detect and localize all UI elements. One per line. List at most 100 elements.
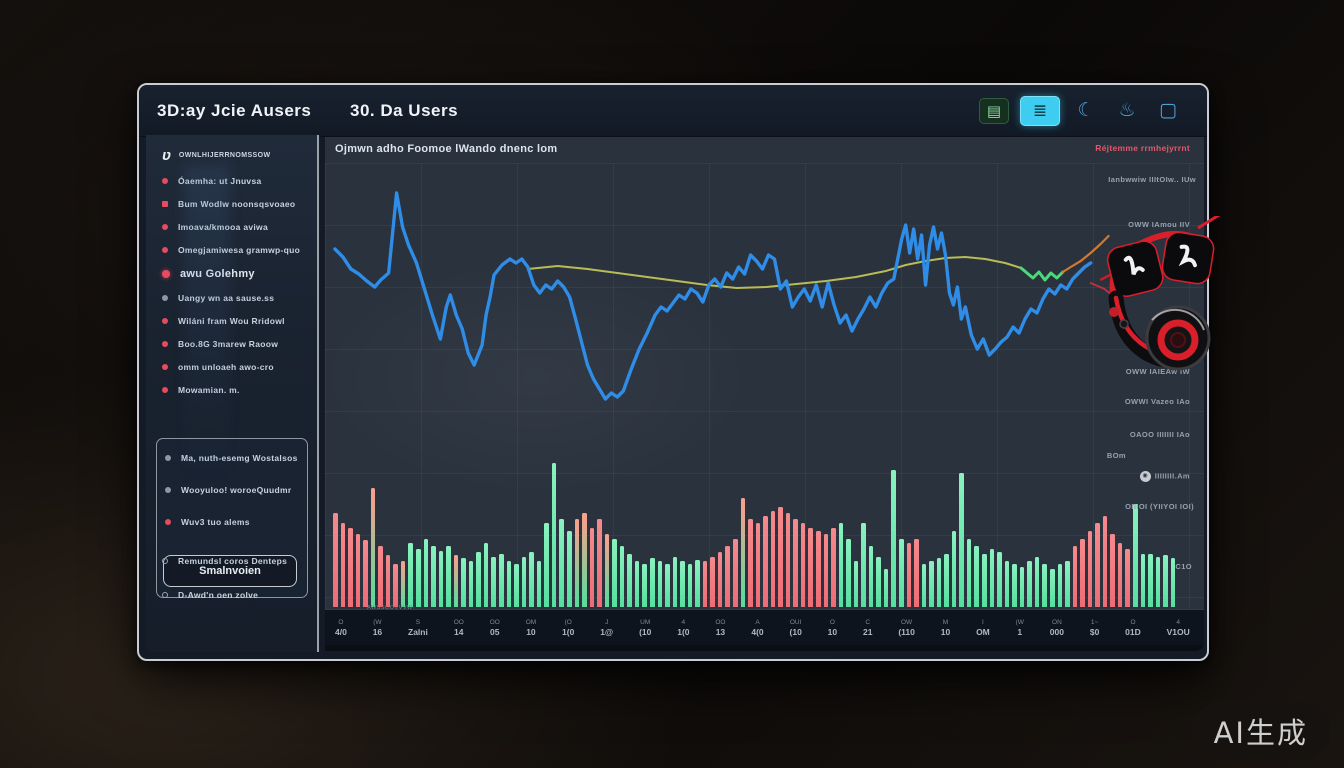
window-title: 3D:ay Jcie Ausers — [157, 101, 332, 121]
sidebar: ʋ OWNLHIJERRNOMSSOW Óaemha: ut Jnuvsa Bum… — [146, 135, 319, 652]
sidebar-item[interactable]: Imoava/kmooa aviwa — [162, 222, 311, 232]
right-axis-label: Ianbwwiw IIItOIw.. IUw — [1108, 175, 1196, 184]
chart-plot: AWSSOOVVVW· Ianbwwiw IIItOIw.. IUw OWW IA… — [325, 163, 1204, 609]
series-line — [1021, 268, 1063, 280]
right-axis-label: OWWI Vazeo IAo — [1125, 397, 1190, 406]
x-tick: (W1 — [1016, 613, 1024, 643]
x-tick: O4/0 — [335, 613, 347, 643]
x-tick-label: 14 — [454, 627, 463, 637]
x-tick-label: 16 — [373, 627, 382, 637]
x-tick-symbol: O — [338, 619, 343, 626]
sidebar-item[interactable]: D-Awd'n oen zolve — [162, 590, 311, 600]
sidebar-item[interactable]: Wiláni fram Wou Rridowl — [162, 316, 311, 326]
bullet-icon — [162, 270, 170, 278]
bullet-icon — [162, 295, 168, 301]
sidebar-item-label: Óaemha: ut Jnuvsa — [178, 176, 262, 186]
bullet-icon — [162, 224, 168, 230]
x-tick-symbol: O — [1130, 619, 1135, 626]
bullet-icon — [162, 341, 168, 347]
x-tick-symbol: OM — [526, 619, 536, 626]
sidebar-item-label: D-Awd'n oen zolve — [178, 590, 258, 600]
bullet-icon — [165, 487, 171, 493]
right-axis-label: BOm — [1107, 451, 1126, 460]
x-tick-symbol: 4 — [1176, 619, 1180, 626]
x-tick-symbol: (O — [565, 619, 572, 626]
x-tick: O01D — [1125, 613, 1141, 643]
bullet-icon — [162, 247, 168, 253]
x-tick-symbol: C — [865, 619, 870, 626]
sidebar-item[interactable]: omm unloaeh awo-cro — [162, 362, 311, 372]
x-tick-symbol: I — [982, 619, 984, 626]
moon-icon[interactable]: ☾ — [1071, 98, 1101, 124]
x-tick: IOM — [976, 613, 990, 643]
x-tick: OO14 — [454, 613, 464, 643]
app-window: 3D:ay Jcie Ausers 30. Da Users ▤≣☾♨▢ ʋ O… — [137, 83, 1209, 661]
x-tick: M10 — [941, 613, 950, 643]
x-tick-symbol: (W — [373, 619, 381, 626]
right-axis-label: OWW IAmou IIV — [1128, 220, 1190, 229]
bullet-icon — [162, 592, 168, 598]
x-tick: 41(0 — [677, 613, 689, 643]
sidebar-item[interactable]: Uangy wn aa sause.ss — [162, 293, 311, 303]
sidebar-item-label: Uangy wn aa sause.ss — [178, 293, 274, 303]
x-tick-symbol: OUI — [790, 619, 802, 626]
x-tick: OO13 — [715, 613, 725, 643]
bullet-icon — [162, 558, 168, 564]
x-tick-symbol: O — [830, 619, 835, 626]
bullet-icon — [162, 201, 168, 207]
sidebar-item-label: Remundsl coros Denteps — [178, 556, 287, 566]
x-axis: O4/0(W16SZalniOO14OO05OM10(O1(0J1@UM(104… — [325, 609, 1204, 645]
x-tick-symbol: OO — [490, 619, 500, 626]
x-tick: O10 — [828, 613, 837, 643]
sidebar-logo-icon: ʋ — [162, 147, 171, 164]
sidebar-item[interactable]: Wooyuloo! woroeQuudmr — [165, 485, 307, 495]
right-axis-label: OAOO IIIIIII IAo — [1130, 430, 1190, 439]
stats-green-button[interactable]: ▤ — [979, 98, 1009, 124]
ai-generated-watermark: AI生成 — [1192, 702, 1330, 760]
x-tick-label: 4(0 — [751, 627, 763, 637]
axis-footnote: AWSSOOVVVW· — [367, 605, 415, 611]
sidebar-item-label: Wiláni fram Wou Rridowl — [178, 316, 285, 326]
sidebar-item-label: Mowamian. m. — [178, 385, 240, 395]
sidebar-item[interactable]: Mowamian. m. — [162, 385, 311, 395]
levels-cyan-button[interactable]: ≣ — [1020, 96, 1060, 126]
x-tick-label: Zalni — [408, 627, 428, 637]
flame-icon[interactable]: ♨ — [1112, 98, 1142, 124]
x-tick-label: 21 — [863, 627, 872, 637]
sidebar-item[interactable]: Boo.8G 3marew Raoow — [162, 339, 311, 349]
sidebar-item[interactable]: Wuv3 tuo alems — [165, 517, 307, 527]
bullet-icon — [162, 318, 168, 324]
x-tick-symbol: OW — [901, 619, 912, 626]
x-tick: SZalni — [408, 613, 428, 643]
window-bottom-strip — [325, 645, 1204, 651]
x-tick-label: 05 — [490, 627, 499, 637]
bullet-icon — [162, 364, 168, 370]
sidebar-item-label: omm unloaeh awo-cro — [178, 362, 274, 372]
x-tick-label: 1@ — [600, 627, 613, 637]
sidebar-item[interactable]: Óaemha: ut Jnuvsa — [162, 176, 311, 186]
panel-icon[interactable]: ▢ — [1153, 98, 1183, 124]
sidebar-item[interactable]: Omegjamiwesa gramwp-quo — [162, 245, 311, 255]
x-tick-symbol: J — [605, 619, 608, 626]
x-tick-symbol: 1~ — [1091, 619, 1098, 626]
x-tick-label: (110 — [898, 627, 915, 637]
right-axis-label: OWW IAIEAw IW — [1126, 367, 1190, 376]
sidebar-item[interactable]: awu Golehmy — [162, 268, 311, 280]
bullet-icon — [165, 455, 171, 461]
sidebar-footer: Remundsl coros Denteps D-Awd'n oen zolve — [162, 556, 311, 624]
legend-badge-icon: ◉ — [1140, 471, 1151, 482]
x-tick-symbol: ON — [1052, 619, 1062, 626]
titlebar: 3D:ay Jcie Ausers 30. Da Users ▤≣☾♨▢ — [139, 85, 1207, 137]
sidebar-item-label: Imoava/kmooa aviwa — [178, 222, 268, 232]
sidebar-item-label: Bum Wodlw noonsqsvoaeo — [178, 199, 295, 209]
chart-area: Ojmwn adho Foomoe lWando dnenc lom Réjte… — [325, 137, 1204, 651]
sidebar-item[interactable]: Bum Wodlw noonsqsvoaeo — [162, 199, 311, 209]
sidebar-item[interactable]: Remundsl coros Denteps — [162, 556, 311, 566]
sidebar-header: ʋ OWNLHIJERRNOMSSOW — [146, 135, 317, 174]
x-tick-label: 13 — [716, 627, 725, 637]
x-tick-label: 000 — [1050, 627, 1064, 637]
x-tick: UM(10 — [639, 613, 651, 643]
x-tick-symbol: S — [416, 619, 420, 626]
sidebar-item[interactable]: Ma, nuth-esemg Wostalsos — [165, 453, 307, 463]
sidebar-header-label: OWNLHIJERRNOMSSOW — [179, 152, 271, 159]
